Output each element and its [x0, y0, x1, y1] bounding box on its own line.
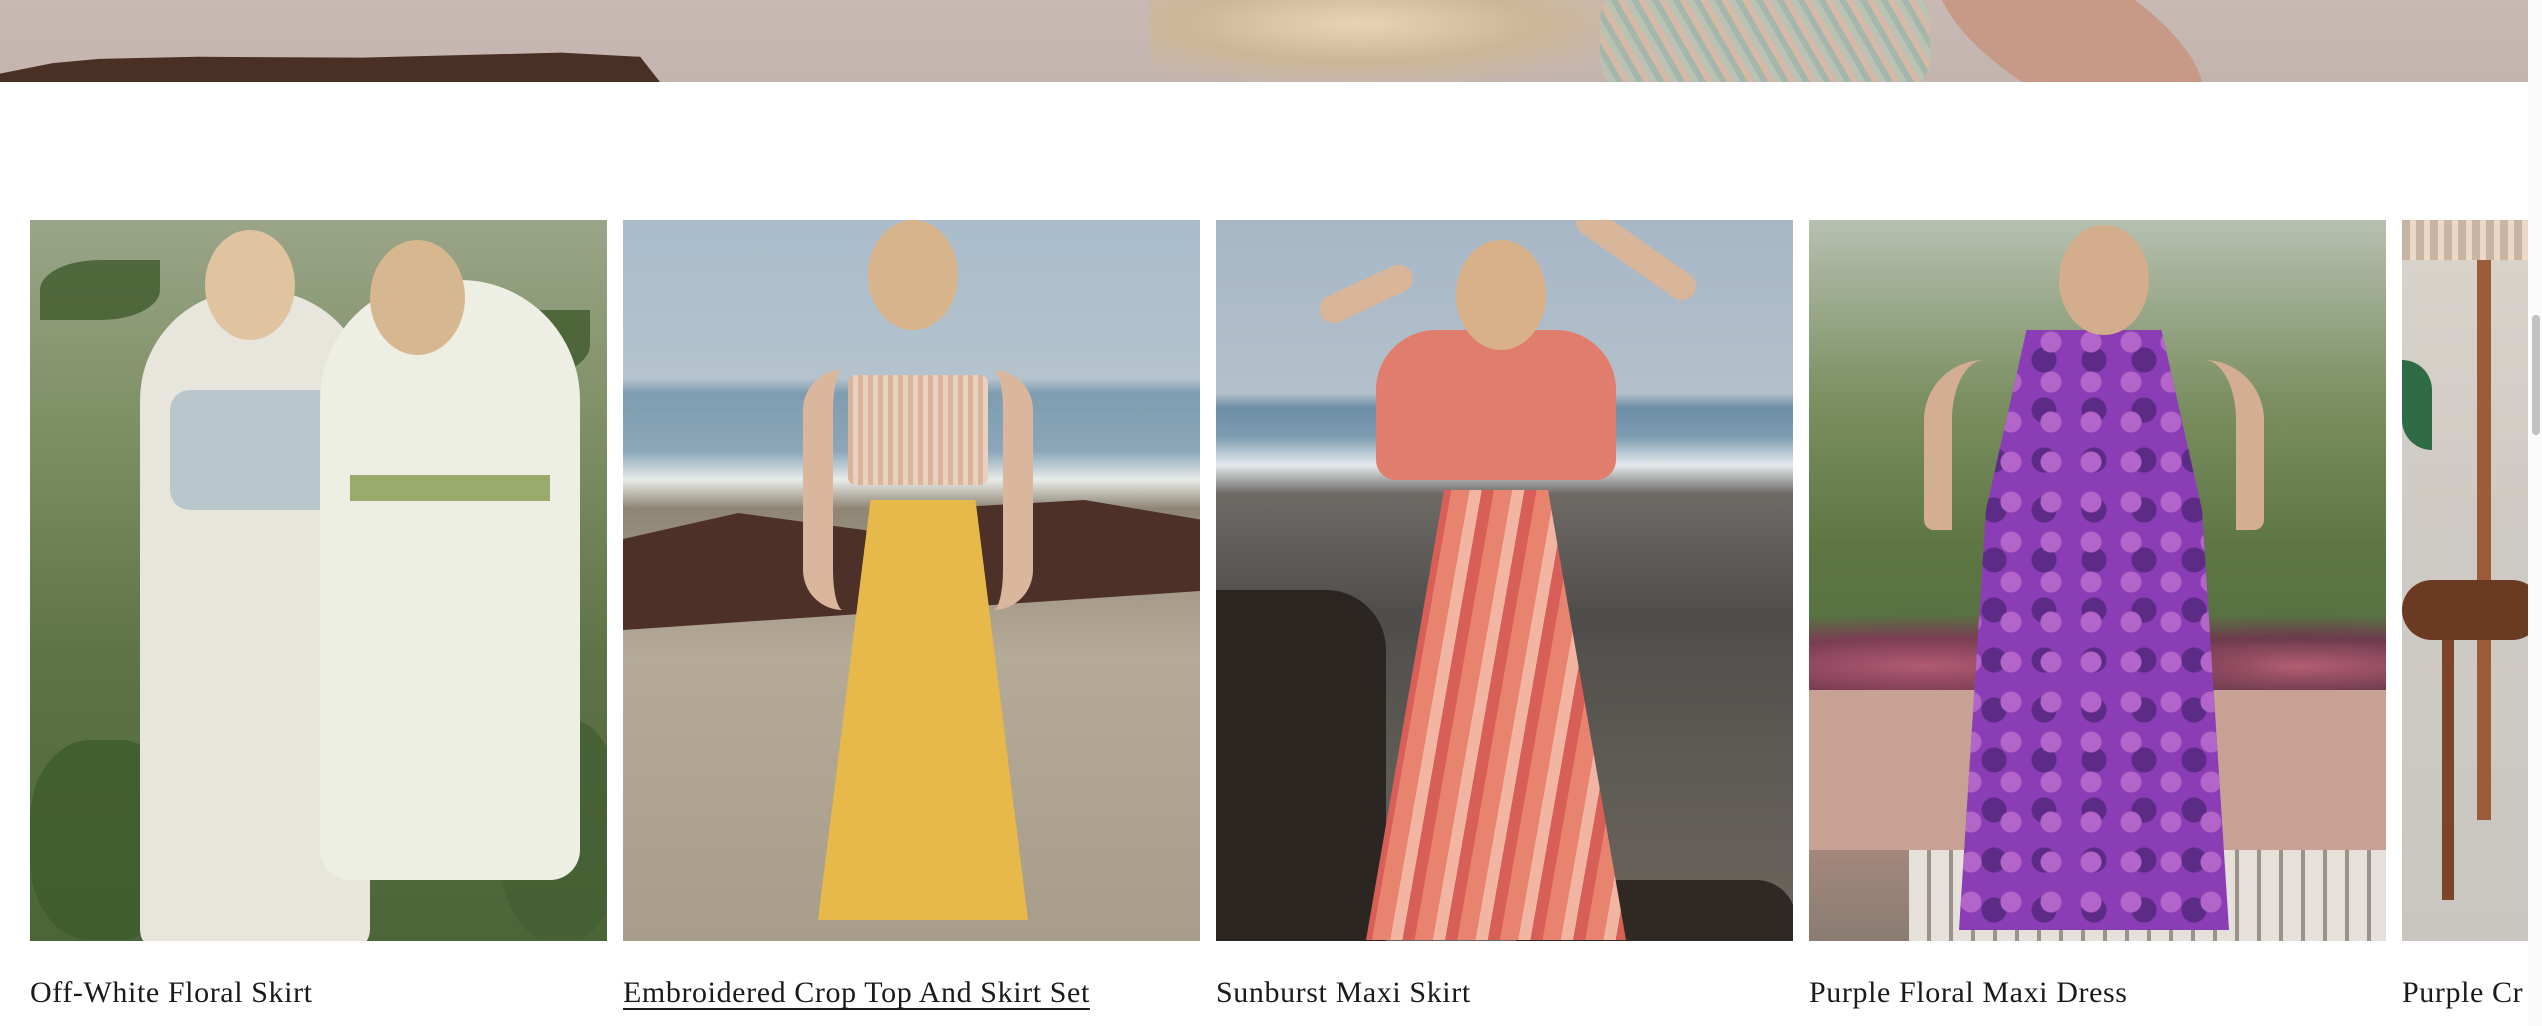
- product-title-link[interactable]: Off-White Floral Skirt: [30, 976, 313, 1010]
- scrollbar-thumb[interactable]: [2532, 315, 2540, 435]
- product-carousel: Off-White Floral Skirt Embroidered Crop …: [30, 220, 2542, 1026]
- scrollbar[interactable]: [2528, 0, 2542, 1026]
- product-title-link[interactable]: Purple Floral Maxi Dress: [1809, 976, 2128, 1010]
- product-image[interactable]: [2402, 220, 2542, 941]
- product-image[interactable]: [1809, 220, 2386, 941]
- product-image[interactable]: [1216, 220, 1793, 941]
- hero-banner-image: [0, 0, 2528, 82]
- product-card[interactable]: Sunburst Maxi Skirt: [1216, 220, 1793, 1009]
- product-title-link[interactable]: Embroidered Crop Top And Skirt Set: [623, 976, 1090, 1010]
- product-image[interactable]: [623, 220, 1200, 941]
- product-title-link[interactable]: Purple Cr: [2402, 976, 2523, 1010]
- product-card[interactable]: Off-White Floral Skirt: [30, 220, 607, 1009]
- product-image[interactable]: [30, 220, 607, 941]
- product-card[interactable]: Purple Cr: [2402, 220, 2542, 1026]
- product-card[interactable]: Purple Floral Maxi Dress: [1809, 220, 2386, 1009]
- product-title-link[interactable]: Sunburst Maxi Skirt: [1216, 976, 1471, 1010]
- product-card[interactable]: Embroidered Crop Top And Skirt Set: [623, 220, 1200, 1009]
